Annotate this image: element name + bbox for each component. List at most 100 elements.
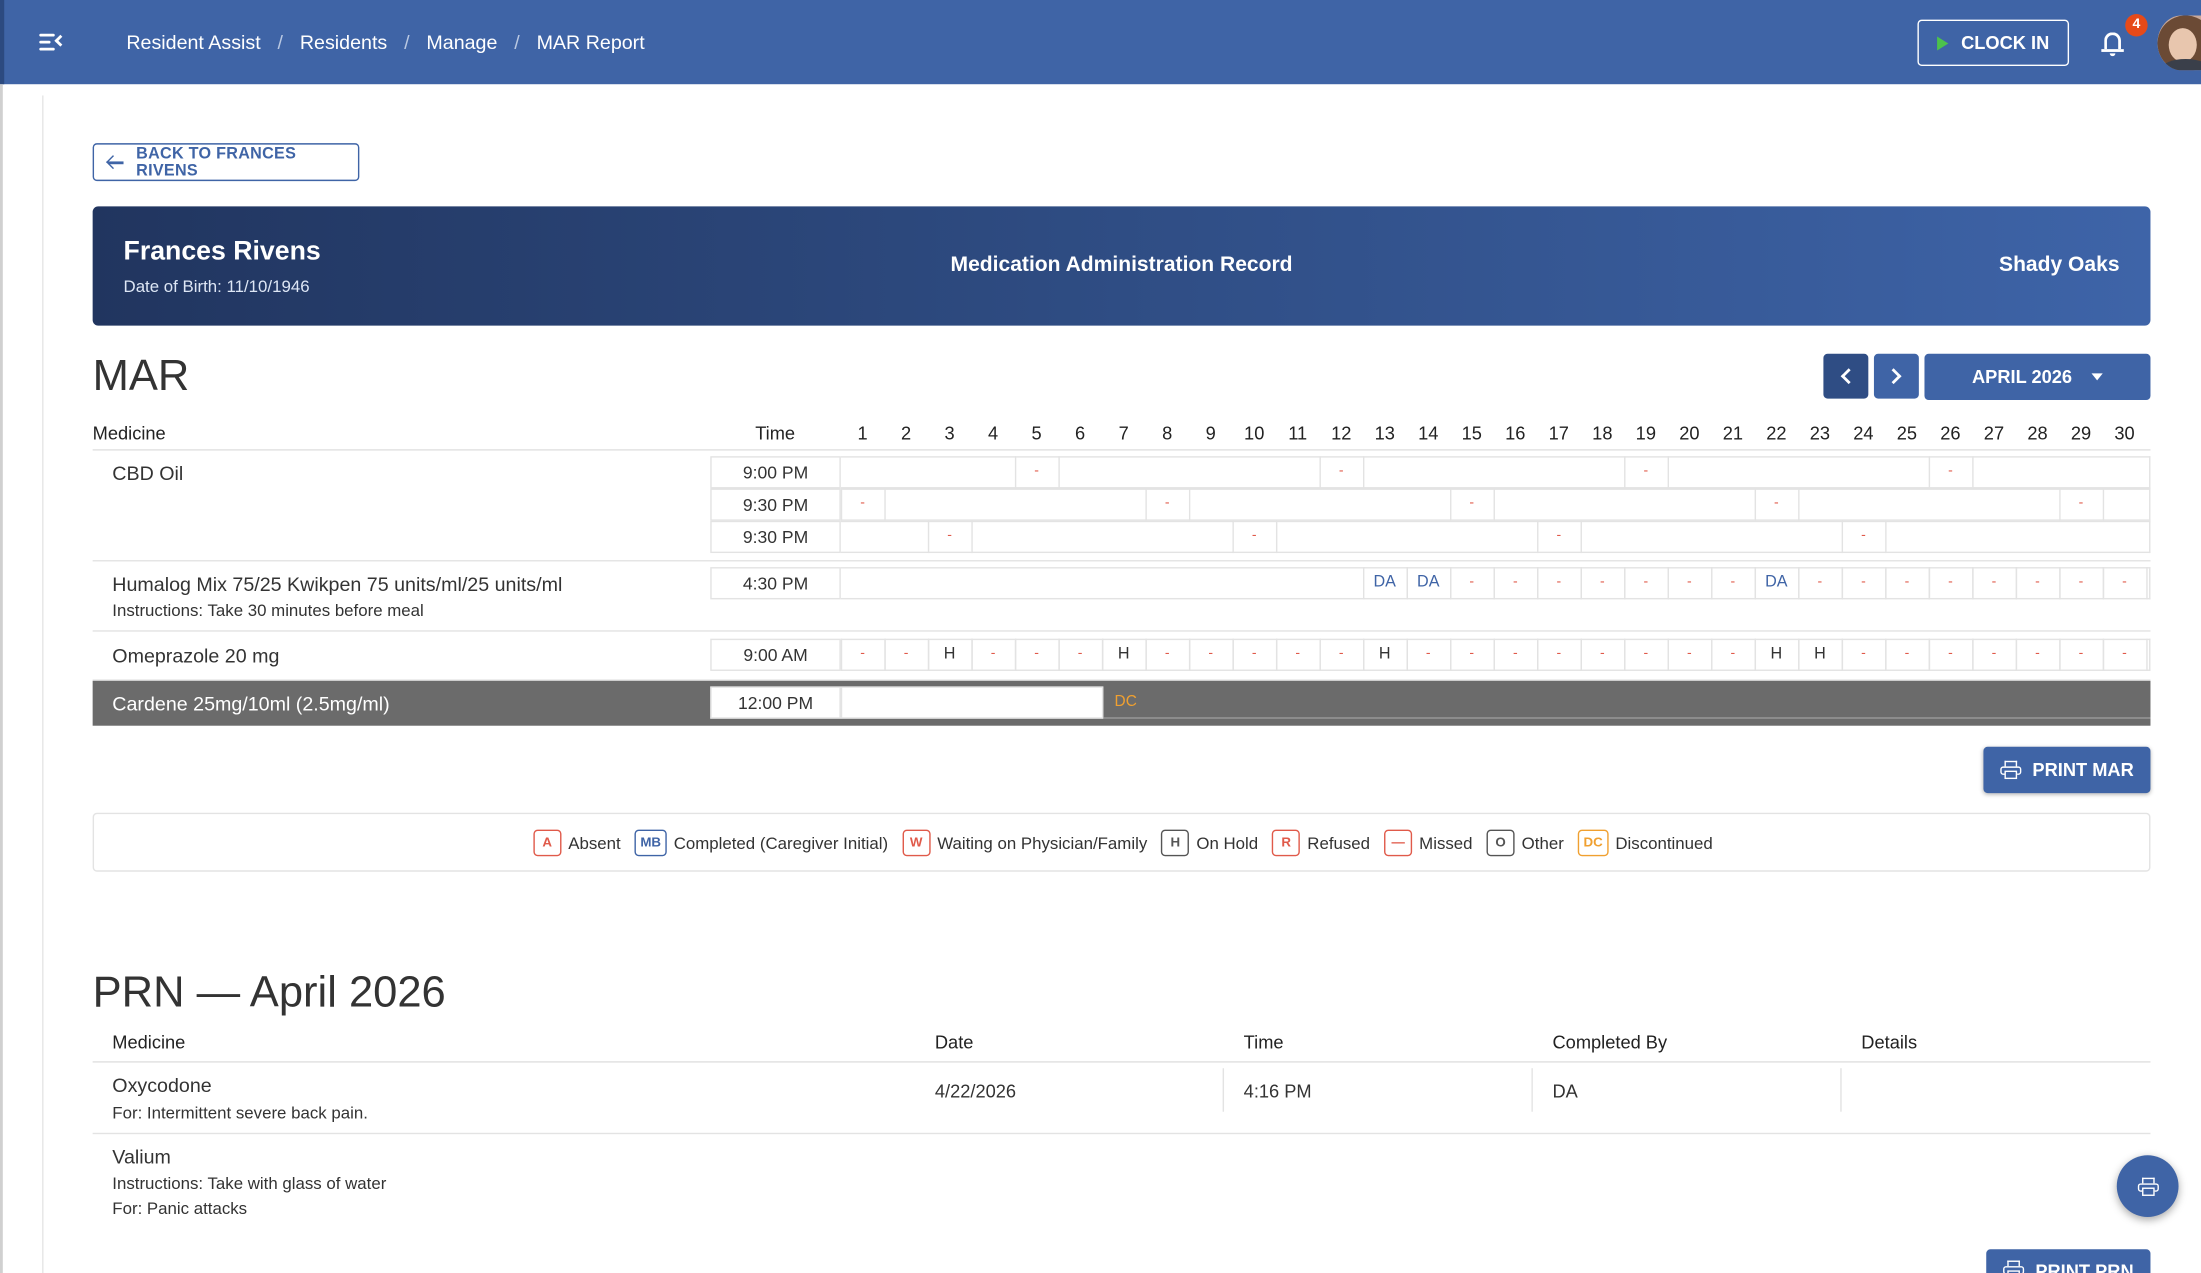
mar-day-mark[interactable]: - bbox=[1885, 574, 1929, 589]
back-to-resident-button[interactable]: BACK TO FRANCES RIVENS bbox=[92, 143, 360, 182]
next-month-button[interactable] bbox=[1873, 353, 1919, 399]
mar-day-mark[interactable]: - bbox=[1624, 463, 1668, 478]
mar-day-mark[interactable]: - bbox=[1537, 646, 1581, 661]
mar-day-mark[interactable]: - bbox=[1058, 646, 1102, 661]
mar-day-mark[interactable]: - bbox=[1842, 646, 1886, 661]
day-header: 20 bbox=[1679, 422, 1700, 444]
mar-day-mark[interactable]: - bbox=[841, 646, 885, 661]
mar-day-mark[interactable]: H bbox=[1102, 646, 1146, 663]
mar-day-mark[interactable]: - bbox=[1929, 463, 1973, 478]
mar-day-mark[interactable]: - bbox=[1494, 574, 1538, 589]
mar-day-mark[interactable]: - bbox=[1319, 646, 1363, 661]
mar-day-mark[interactable]: - bbox=[1015, 646, 1059, 661]
mar-day-mark[interactable]: - bbox=[1407, 646, 1451, 661]
page: Resident Assist / Residents / Manage / MAR … bbox=[0, 0, 2201, 1273]
mar-day-mark[interactable]: - bbox=[1232, 646, 1276, 661]
mar-day-mark[interactable]: - bbox=[1624, 574, 1668, 589]
mar-day-mark[interactable]: - bbox=[1668, 646, 1712, 661]
mar-day-mark[interactable]: - bbox=[1189, 646, 1233, 661]
day-header: 18 bbox=[1592, 422, 1613, 444]
column-medicine: Medicine bbox=[92, 422, 166, 444]
day-header: 30 bbox=[2114, 422, 2135, 444]
day-header: 7 bbox=[1118, 422, 1129, 444]
mar-day-mark[interactable]: - bbox=[884, 646, 928, 661]
print-fab-button[interactable] bbox=[2116, 1155, 2179, 1218]
mar-day-mark[interactable]: - bbox=[2103, 646, 2147, 661]
mar-day-mark[interactable]: - bbox=[1276, 646, 1320, 661]
mar-day-mark[interactable]: - bbox=[1537, 574, 1581, 589]
mar-day-mark[interactable]: DA bbox=[1407, 574, 1451, 591]
mar-day-mark[interactable]: - bbox=[1929, 646, 1973, 661]
mar-day-mark[interactable]: - bbox=[1450, 646, 1494, 661]
print-mar-button[interactable]: PRINT MAR bbox=[1983, 746, 2151, 794]
mar-day-mark[interactable]: DA bbox=[1755, 574, 1799, 591]
time-cell: 9:30 PM bbox=[710, 488, 841, 521]
legend-code-badge: MB bbox=[634, 829, 667, 857]
legend-item: — Missed bbox=[1384, 829, 1473, 857]
notification-count-badge: 4 bbox=[2125, 14, 2148, 37]
mar-day-mark[interactable]: - bbox=[1972, 574, 2016, 589]
mar-day-mark[interactable]: - bbox=[1450, 574, 1494, 589]
breadcrumb: Resident Assist / Residents / Manage / MAR … bbox=[126, 31, 644, 53]
previous-month-button[interactable] bbox=[1823, 353, 1869, 399]
mar-day-mark[interactable]: - bbox=[1450, 496, 1494, 511]
mar-day-mark[interactable]: - bbox=[1145, 646, 1189, 661]
cell-divider bbox=[2102, 488, 2105, 521]
mar-day-mark[interactable]: - bbox=[1537, 528, 1581, 543]
mar-day-mark[interactable]: - bbox=[1711, 646, 1755, 661]
day-header: 10 bbox=[1244, 422, 1265, 444]
prn-heading: PRN — April 2026 bbox=[92, 967, 446, 1017]
breadcrumb-manage[interactable]: Manage bbox=[426, 31, 497, 53]
mar-day-mark[interactable]: - bbox=[1581, 646, 1625, 661]
mar-day-mark[interactable]: - bbox=[1842, 574, 1886, 589]
mar-day-mark[interactable]: - bbox=[2103, 574, 2147, 589]
breadcrumb-residents[interactable]: Residents bbox=[300, 31, 387, 53]
mar-day-mark[interactable]: H bbox=[1755, 646, 1799, 663]
mar-day-mark[interactable]: - bbox=[1972, 646, 2016, 661]
mar-day-mark[interactable]: - bbox=[1624, 646, 1668, 661]
day-header: 16 bbox=[1505, 422, 1526, 444]
notifications-bell-icon[interactable] bbox=[2101, 31, 2124, 57]
prn-column-time: Time bbox=[1243, 1031, 1284, 1053]
day-header: 14 bbox=[1418, 422, 1439, 444]
print-prn-button[interactable]: PRINT PRN bbox=[1986, 1249, 2151, 1273]
column-time: Time bbox=[755, 422, 796, 444]
mar-day-mark[interactable]: - bbox=[1798, 574, 1842, 589]
prn-column-completed-by: Completed By bbox=[1552, 1031, 1668, 1053]
clock-in-button[interactable]: CLOCK IN bbox=[1917, 19, 2070, 66]
breadcrumb-resident-assist[interactable]: Resident Assist bbox=[126, 31, 260, 53]
day-header: 25 bbox=[1896, 422, 1918, 444]
mar-day-mark[interactable]: - bbox=[1494, 646, 1538, 661]
mar-day-mark[interactable]: - bbox=[928, 528, 972, 543]
mar-day-mark[interactable]: - bbox=[2059, 496, 2103, 511]
day-header: 24 bbox=[1853, 422, 1874, 444]
mar-day-mark[interactable]: - bbox=[1885, 646, 1929, 661]
mar-day-mark[interactable]: - bbox=[2059, 574, 2103, 589]
mar-day-mark[interactable]: - bbox=[1755, 496, 1799, 511]
mar-day-mark[interactable]: - bbox=[1319, 463, 1363, 478]
mar-day-mark[interactable]: H bbox=[1363, 646, 1407, 663]
mar-day-mark[interactable]: - bbox=[1232, 528, 1276, 543]
mar-day-mark[interactable]: - bbox=[2059, 646, 2103, 661]
mar-day-mark[interactable]: - bbox=[841, 496, 885, 511]
mar-day-mark[interactable]: - bbox=[1711, 574, 1755, 589]
mar-day-mark[interactable]: - bbox=[2016, 574, 2060, 589]
mar-day-mark[interactable]: - bbox=[971, 646, 1015, 661]
mar-day-mark[interactable]: H bbox=[1798, 646, 1842, 663]
menu-collapse-icon[interactable] bbox=[35, 28, 67, 56]
mar-day-mark[interactable]: DA bbox=[1363, 574, 1407, 591]
day-header: 3 bbox=[944, 422, 955, 444]
mar-day-mark[interactable]: H bbox=[928, 646, 972, 663]
day-header: 26 bbox=[1940, 422, 1961, 444]
mar-day-mark[interactable]: - bbox=[2016, 646, 2060, 661]
mar-day-mark[interactable]: - bbox=[1842, 528, 1886, 543]
cell-divider bbox=[1667, 456, 1669, 489]
mar-day-mark[interactable]: - bbox=[1929, 574, 1973, 589]
mar-day-mark[interactable]: - bbox=[1145, 496, 1189, 511]
mar-day-mark[interactable]: - bbox=[1015, 463, 1059, 478]
medicine-name: Cardene 25mg/10ml (2.5mg/ml) bbox=[112, 692, 390, 715]
user-avatar[interactable] bbox=[2157, 15, 2201, 71]
mar-day-mark[interactable]: - bbox=[1581, 574, 1625, 589]
month-select-button[interactable]: APRIL 2026 bbox=[1924, 353, 2151, 401]
mar-day-mark[interactable]: - bbox=[1668, 574, 1712, 589]
